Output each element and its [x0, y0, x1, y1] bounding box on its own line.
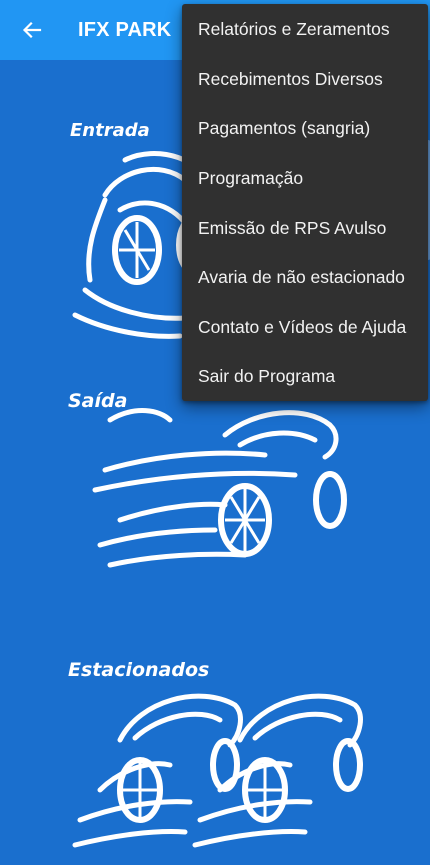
bottom-edge	[0, 857, 430, 865]
back-button[interactable]	[0, 0, 64, 60]
menu-item-avaria[interactable]: Avaria de não estacionado	[182, 253, 428, 303]
two-cars-parked-icon	[72, 693, 363, 848]
app-title: IFX PARK	[78, 18, 172, 41]
menu-item-sair[interactable]: Sair do Programa	[182, 352, 428, 402]
overflow-menu: Relatórios e Zeramentos Recebimentos Div…	[182, 4, 428, 401]
menu-item-relatorios[interactable]: Relatórios e Zeramentos	[182, 5, 428, 55]
tile-entrada-label: Entrada	[70, 120, 150, 141]
tile-estacionados-label: Estacionados	[68, 659, 210, 681]
car-side-speed-icon	[92, 408, 347, 568]
menu-item-recebimentos[interactable]: Recebimentos Diversos	[182, 55, 428, 105]
arrow-left-icon	[22, 21, 42, 39]
menu-item-pagamentos[interactable]: Pagamentos (sangria)	[182, 104, 428, 154]
menu-item-emissao-rps[interactable]: Emissão de RPS Avulso	[182, 203, 428, 253]
tile-estacionados[interactable]: Estacionados	[60, 655, 380, 865]
menu-item-programacao[interactable]: Programação	[182, 154, 428, 204]
tile-saida[interactable]: Saída	[60, 385, 380, 595]
menu-item-contato[interactable]: Contato e Vídeos de Ajuda	[182, 303, 428, 353]
